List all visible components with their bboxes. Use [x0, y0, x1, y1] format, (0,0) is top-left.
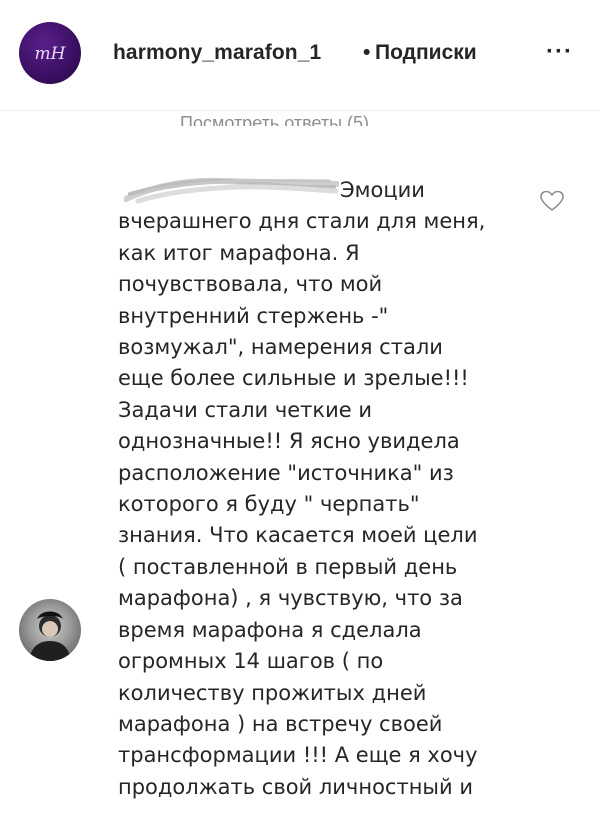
comment-line: однозначные!! Я ясно увидела [118, 429, 460, 454]
comment-line: вчерашнего дня стали для меня, [118, 209, 486, 234]
logo-mark-icon: mH [35, 44, 67, 64]
following-button[interactable]: Подписки [375, 41, 477, 65]
comment-line: марафона) , я чувствую, что за [118, 586, 463, 611]
comment-line: время марафона я сделала [118, 617, 422, 642]
comment-line: трансформации !!! А еще я хочу [118, 743, 478, 768]
person-photo-icon [29, 611, 71, 661]
post-header: mH harmony_marafon_1 • Подписки ··· [0, 0, 600, 110]
comment-line: как итог марафона. Я [118, 240, 360, 265]
header-separator: • [363, 41, 371, 64]
comment-line: расположение "источника" из [118, 460, 454, 485]
account-username[interactable]: harmony_marafon_1 [113, 41, 321, 65]
comment-line: которого я буду " черпать" [118, 492, 420, 517]
comment-line: ( поставленной в первый день [118, 554, 458, 579]
comment-line: количеству прожитых дней [118, 680, 427, 705]
logo-text: mH [35, 44, 67, 64]
heart-outline-icon[interactable] [540, 190, 564, 212]
commenter-avatar[interactable] [19, 599, 81, 661]
comment-line: еще более сильные и зрелые!!! [118, 366, 469, 391]
comment-body: Эмоции вчерашнего дня стали для меня, ка… [118, 175, 518, 803]
comment-line: почувствовала, что мой [118, 272, 383, 297]
header-divider [0, 110, 600, 111]
view-replies-link[interactable]: Посмотреть ответы (5) [180, 113, 369, 126]
more-options-icon[interactable]: ··· [546, 38, 573, 66]
comment-line: Эмоции [340, 178, 425, 202]
comment-line: Задачи стали четкие и [118, 397, 372, 422]
comment-line: продолжать свой личностный и [118, 774, 473, 799]
comment-line: внутренний стержень -" [118, 303, 389, 328]
comment-line: марафона ) на встречу своей [118, 711, 443, 736]
account-avatar[interactable]: mH [19, 22, 81, 84]
comment-line: возмужал", намерения стали [118, 335, 443, 360]
comment-line: огромных 14 шагов ( по [118, 649, 384, 674]
comment-line: знания. Что касается моей цели [118, 523, 478, 548]
